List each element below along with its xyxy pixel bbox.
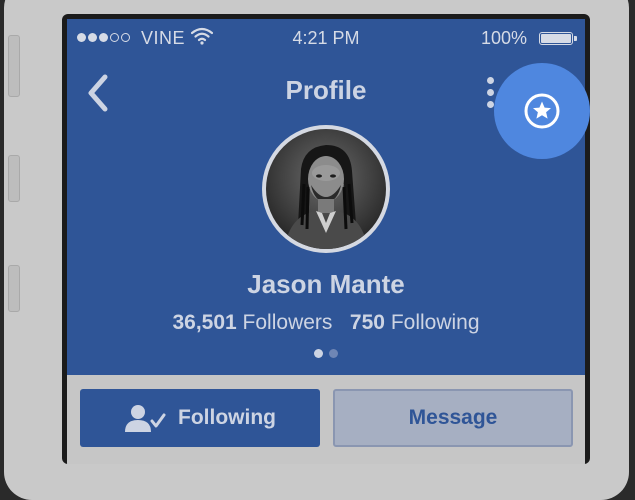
profile-stats: 36,501 Followers 750 Following (67, 311, 585, 335)
battery-percentage: 100% (480, 28, 527, 48)
following-label: Following (390, 311, 480, 334)
vertical-ellipsis-icon (487, 89, 494, 96)
page-dot-active (314, 349, 323, 358)
star-circle-icon (524, 93, 560, 129)
vertical-ellipsis-icon (487, 101, 494, 108)
action-bar: Following Message (67, 375, 585, 464)
message-button-label: Message (408, 406, 498, 429)
side-button (8, 35, 20, 97)
message-button[interactable]: Message (333, 389, 573, 447)
avatar (266, 129, 386, 249)
status-bar: VINE 4:21 PM 100% (67, 19, 585, 57)
following-count: 750 (349, 311, 385, 334)
vertical-ellipsis-icon (487, 77, 494, 84)
followers-count: 36,501 (172, 311, 237, 334)
battery-icon (539, 32, 577, 45)
favorite-button[interactable] (494, 63, 590, 159)
followers-label: Followers (242, 311, 333, 334)
user-check-icon (125, 405, 166, 432)
page-dot (329, 349, 338, 358)
profile-name: Jason Mante (247, 269, 405, 299)
side-button (8, 155, 20, 202)
page-indicator[interactable] (67, 349, 585, 358)
avatar-frame[interactable] (262, 125, 390, 253)
following-button[interactable]: Following (80, 389, 320, 447)
side-button (8, 265, 20, 312)
following-button-label: Following (178, 406, 276, 429)
following-stat[interactable]: 750 Following (350, 311, 480, 334)
more-options-button[interactable] (487, 77, 494, 108)
followers-stat[interactable]: 36,501 Followers (172, 311, 338, 334)
